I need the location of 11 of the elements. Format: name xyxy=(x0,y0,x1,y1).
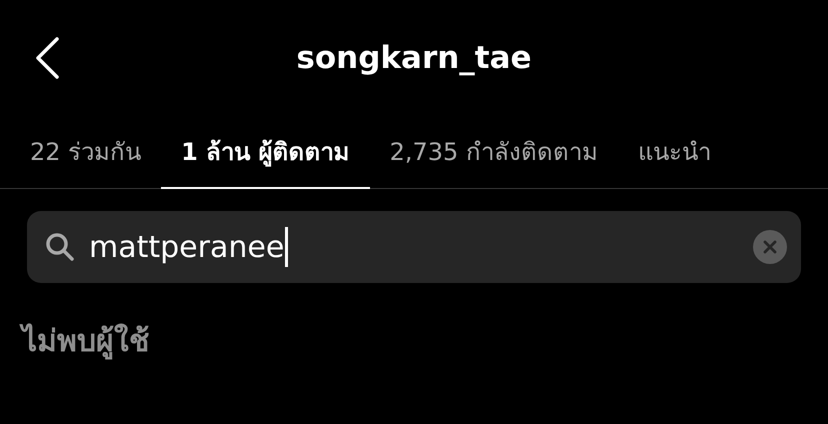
tab[interactable]: แนะนำ xyxy=(618,116,731,189)
profile-title: songkarn_tae xyxy=(296,40,532,76)
text-cursor xyxy=(285,227,288,267)
tab[interactable]: 1 ล้าน ผู้ติดตาม xyxy=(161,116,370,189)
tab[interactable]: 22 ร่วมกัน xyxy=(10,116,162,189)
tab[interactable]: 2,735 กำลังติดตาม xyxy=(370,116,618,189)
search-field[interactable]: mattperanee xyxy=(27,211,801,283)
search-text: mattperanee xyxy=(89,230,284,264)
search-icon xyxy=(45,232,75,262)
close-icon xyxy=(763,240,777,254)
back-icon xyxy=(34,36,60,80)
